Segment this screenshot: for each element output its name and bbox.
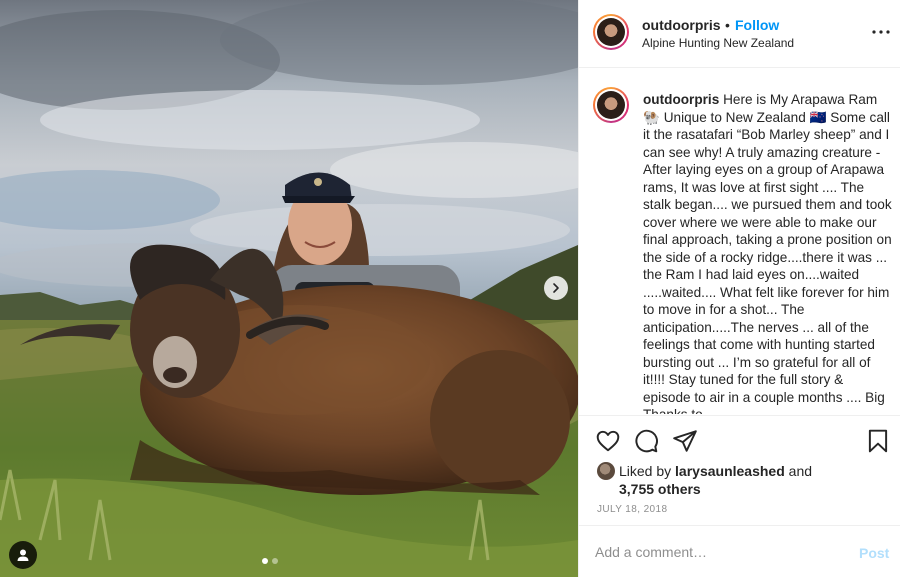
ram-photo (0, 0, 578, 577)
carousel-indicator (262, 558, 278, 564)
next-slide-button[interactable] (544, 276, 568, 300)
liked-prefix: Liked by (619, 463, 676, 479)
share-button[interactable] (672, 428, 698, 454)
comment-bar: Post (579, 525, 900, 577)
save-button[interactable] (865, 428, 891, 454)
heart-icon (596, 430, 620, 452)
post-comment-button[interactable]: Post (859, 545, 889, 561)
caption-section: outdoorpris Here is My Arapawa Ram 🐏 Uni… (579, 69, 900, 414)
caption: outdoorpris Here is My Arapawa Ram 🐏 Uni… (643, 91, 893, 414)
likes-text: Liked by larysaunleashed and 3,755 other… (619, 462, 889, 498)
comment-icon (635, 429, 658, 453)
post-details-panel: outdoorpris • Follow Alpine Hunting New … (578, 0, 900, 577)
post-actions: Liked by larysaunleashed and 3,755 other… (579, 415, 900, 525)
carousel-dot-active (262, 558, 268, 564)
header-separator: • (725, 17, 730, 33)
share-icon (673, 430, 697, 452)
author-avatar[interactable] (593, 14, 629, 50)
user-tag-icon (17, 549, 29, 561)
liked-user-link[interactable]: larysaunleashed (675, 463, 785, 479)
like-button[interactable] (595, 428, 621, 454)
author-username[interactable]: outdoorpris (642, 17, 721, 33)
post-date[interactable]: JULY 18, 2018 (597, 504, 667, 515)
post-location[interactable]: Alpine Hunting New Zealand (642, 36, 794, 50)
user-tag-button[interactable] (9, 541, 37, 569)
chevron-right-icon (553, 283, 559, 293)
follow-button[interactable]: Follow (735, 17, 779, 33)
carousel-dot (272, 558, 278, 564)
bookmark-icon (868, 429, 888, 453)
comment-button[interactable] (633, 428, 659, 454)
more-options-button[interactable] (871, 22, 891, 42)
comment-input[interactable] (595, 542, 835, 562)
more-options-icon (872, 30, 890, 34)
caption-username[interactable]: outdoorpris (643, 92, 719, 107)
caption-body: Here is My Arapawa Ram 🐏 Unique to New Z… (643, 92, 892, 414)
liked-others-link[interactable]: 3,755 others (619, 481, 701, 497)
liked-and: and (784, 463, 813, 479)
post-header: outdoorpris • Follow Alpine Hunting New … (579, 0, 900, 68)
liker-avatar[interactable] (597, 462, 615, 480)
caption-avatar[interactable] (593, 87, 629, 123)
post-image (0, 0, 578, 577)
